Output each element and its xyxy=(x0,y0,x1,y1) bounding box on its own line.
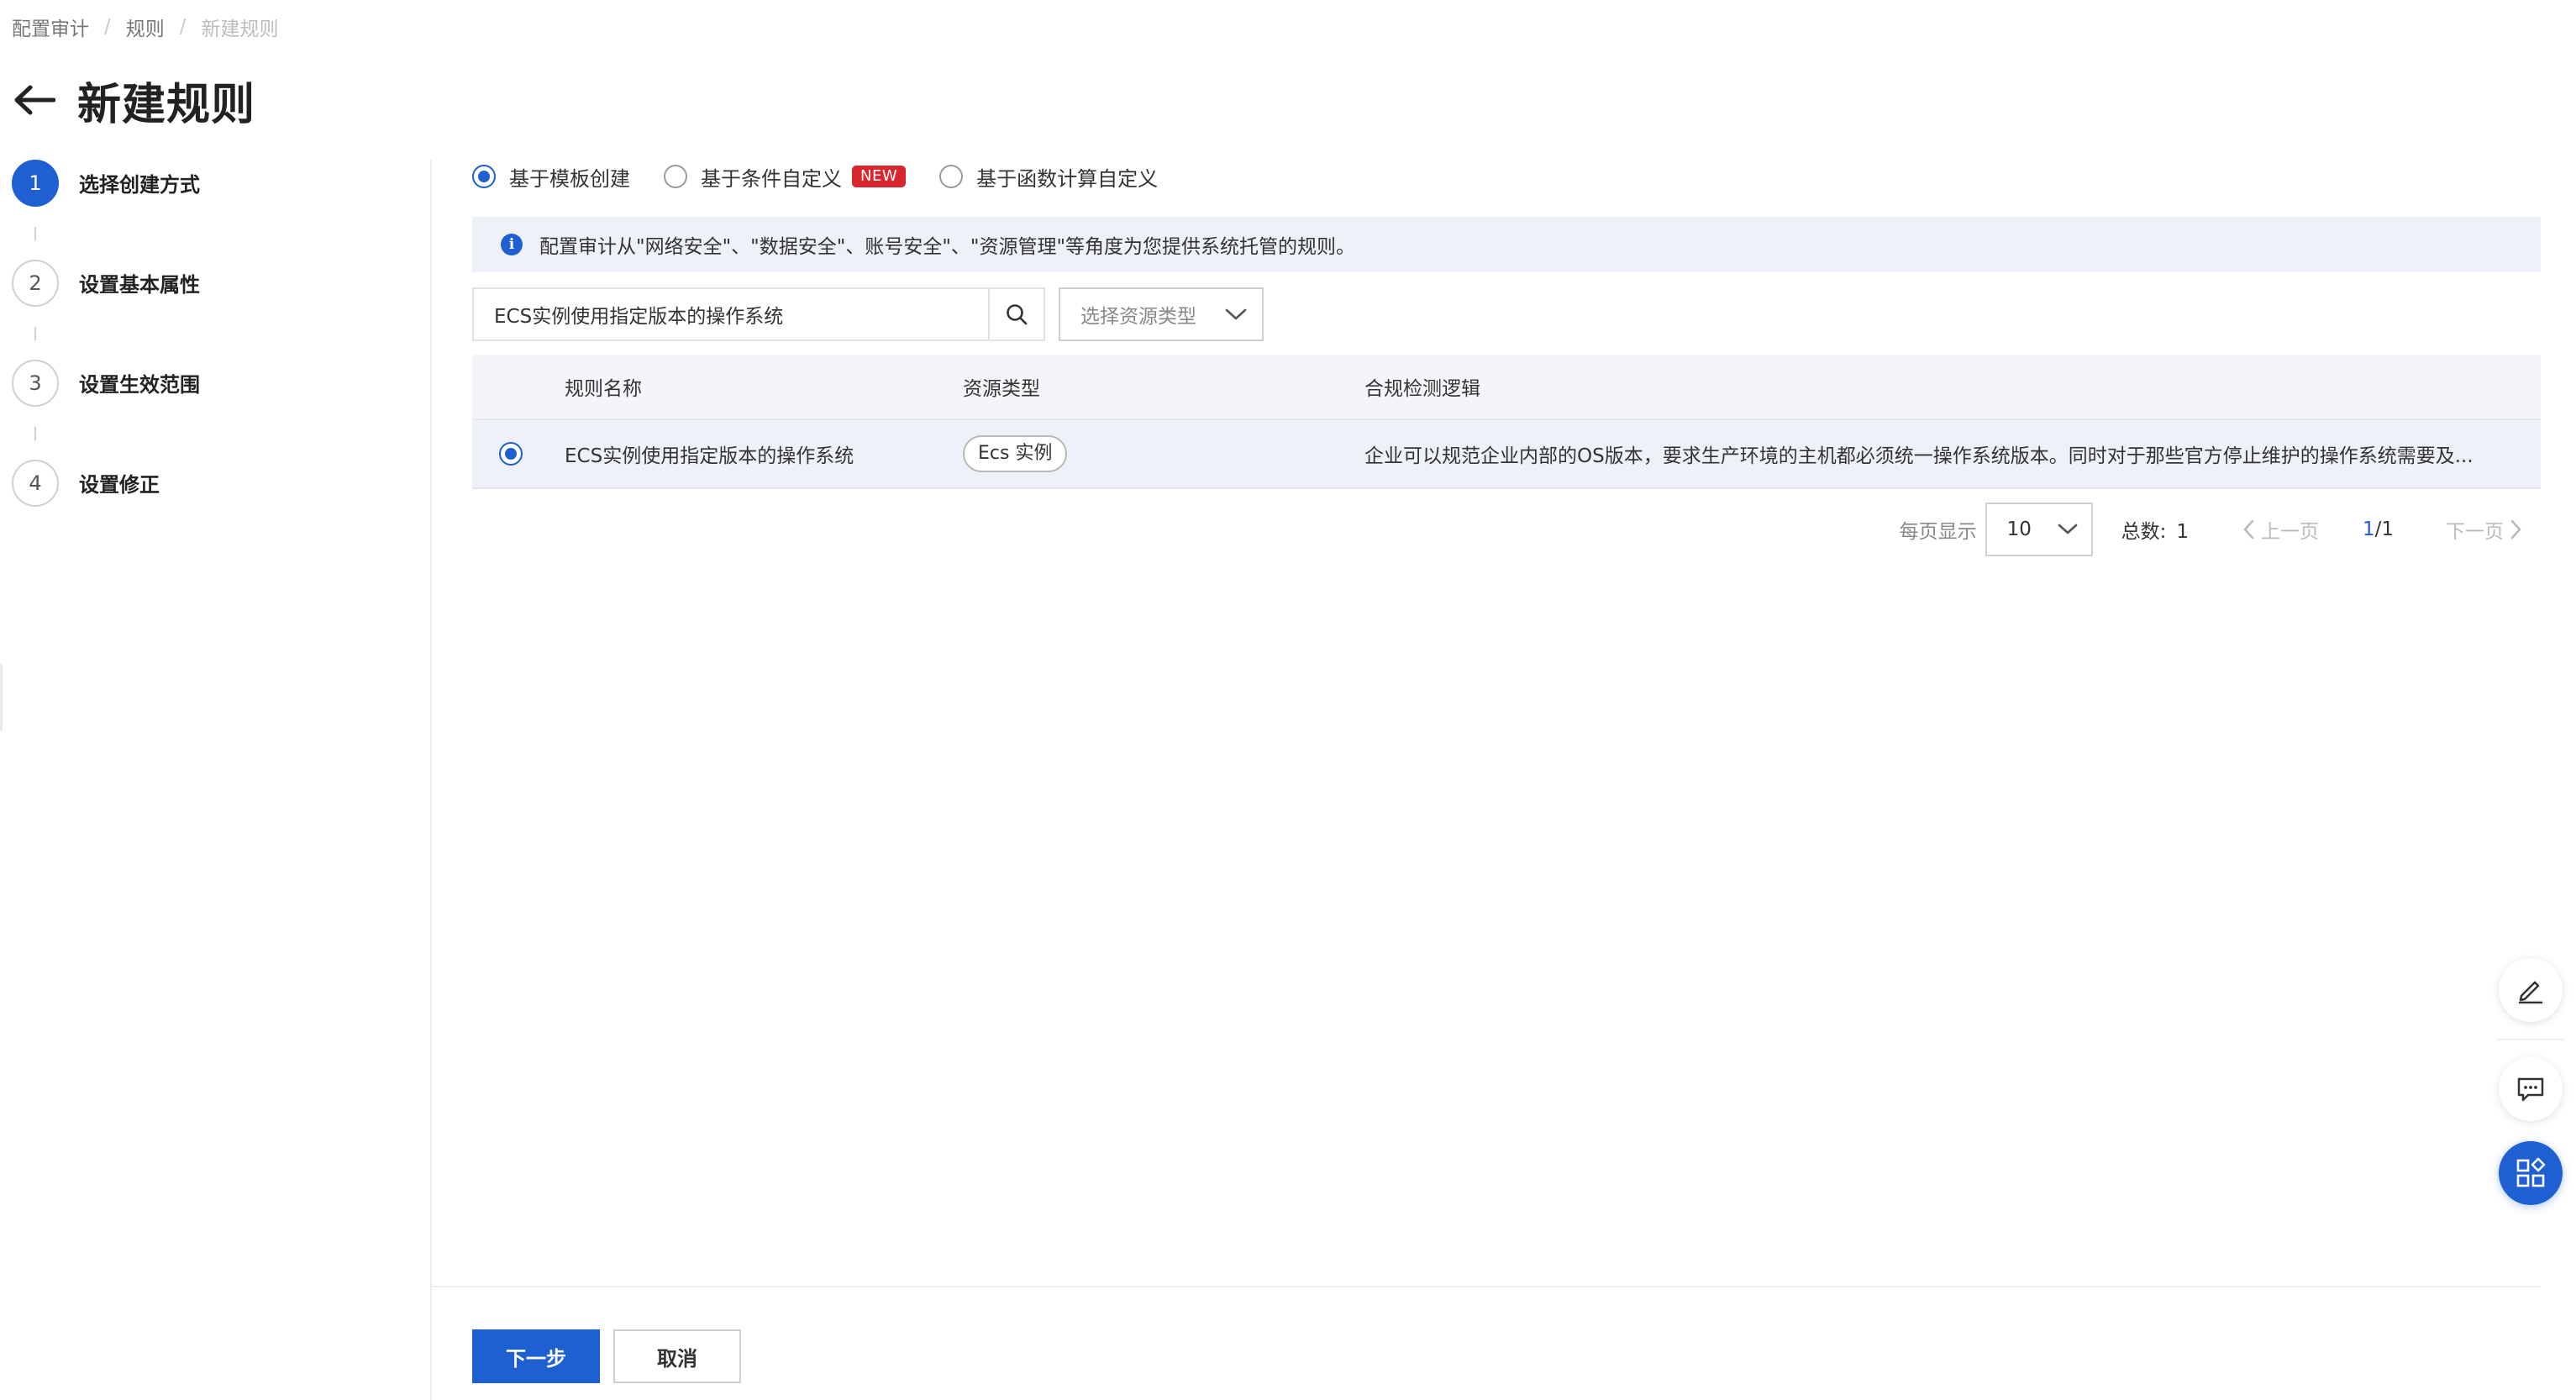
page-count: /1 xyxy=(2374,518,2394,540)
new-badge: NEW xyxy=(852,166,907,187)
radio-label: 基于函数计算自定义 xyxy=(976,166,1159,191)
table-header: 规则名称 资源类型 合规检测逻辑 xyxy=(472,355,2541,420)
step-label: 设置基本属性 xyxy=(79,273,200,297)
floating-divider xyxy=(2497,1039,2564,1040)
radio-template[interactable]: 基于模板创建 xyxy=(472,162,630,192)
page-title: 新建规则 xyxy=(77,79,256,130)
step-number: 1 xyxy=(12,160,59,207)
prev-page-button[interactable]: 上一页 xyxy=(2236,515,2319,544)
total-value: 1 xyxy=(2176,521,2189,543)
chevron-down-icon xyxy=(2058,524,2077,534)
step-connector xyxy=(34,427,36,440)
header-logic: 合规检测逻辑 xyxy=(1364,378,1480,400)
pagination: 每页显示 10 总数: 1 上一页 1/1 下一页 xyxy=(1900,503,2529,556)
footer-divider xyxy=(432,1286,2541,1287)
page-header: 新建规则 xyxy=(12,69,255,131)
current-page: 1 xyxy=(2362,518,2375,540)
radio-button[interactable] xyxy=(472,165,496,188)
header-resource-type: 资源类型 xyxy=(963,378,1040,400)
info-text: 配置审计从"网络安全"、"数据安全"、账号安全"、"资源管理"等角度为您提供系统… xyxy=(539,236,1356,258)
breadcrumb-rules[interactable]: 规则 xyxy=(126,13,165,41)
next-page-label: 下一页 xyxy=(2446,521,2504,543)
step-number: 4 xyxy=(12,460,59,507)
breadcrumb-config-audit[interactable]: 配置审计 xyxy=(12,13,89,41)
total-count: 总数: 1 xyxy=(2121,515,2189,544)
search-box xyxy=(472,287,1045,341)
cancel-button[interactable]: 取消 xyxy=(613,1329,741,1383)
content-divider xyxy=(430,160,432,1400)
radio-button[interactable] xyxy=(939,165,964,188)
header-rule-name: 规则名称 xyxy=(565,378,642,400)
radio-label: 基于条件自定义 xyxy=(701,166,842,191)
prev-page-label: 上一页 xyxy=(2260,521,2319,543)
row-rule-name: ECS实例使用指定版本的操作系统 xyxy=(565,445,854,467)
step-connector xyxy=(34,227,36,240)
rule-table: 规则名称 资源类型 合规检测逻辑 ECS实例使用指定版本的操作系统 Ecs 实例… xyxy=(472,355,2541,489)
chevron-right-icon xyxy=(2510,519,2521,539)
step-item: 2 设置基本属性 xyxy=(12,260,415,360)
edit-icon[interactable] xyxy=(2499,958,2563,1022)
sidebar-edge xyxy=(0,664,3,731)
breadcrumb-separator: / xyxy=(104,16,111,38)
step-number: 2 xyxy=(12,260,59,307)
row-logic: 企业可以规范企业内部的OS版本，要求生产环境的主机都必须统一操作系统版本。同时对… xyxy=(1364,445,2473,467)
chevron-left-icon xyxy=(2243,519,2254,539)
step-item: 1 选择创建方式 xyxy=(12,160,415,260)
step-number: 3 xyxy=(12,360,59,407)
step-item: 4 设置修正 xyxy=(12,460,415,560)
info-icon: i xyxy=(501,234,523,255)
resource-type-select[interactable]: 选择资源类型 xyxy=(1059,287,1264,341)
next-step-button[interactable]: 下一步 xyxy=(472,1329,600,1383)
row-resource-type: Ecs 实例 xyxy=(963,435,1364,472)
row-radio-button[interactable] xyxy=(499,442,523,466)
radio-function[interactable]: 基于函数计算自定义 xyxy=(939,162,1158,192)
search-input[interactable] xyxy=(474,289,988,339)
step-label: 选择创建方式 xyxy=(79,173,200,197)
step-item: 3 设置生效范围 xyxy=(12,360,415,460)
resource-type-placeholder: 选择资源类型 xyxy=(1080,306,1196,328)
radio-button[interactable] xyxy=(664,165,687,188)
breadcrumb: 配置审计 / 规则 / 新建规则 xyxy=(12,12,279,42)
breadcrumb-current: 新建规则 xyxy=(201,18,279,40)
breadcrumb-separator: / xyxy=(179,16,187,38)
back-arrow-icon[interactable] xyxy=(12,77,57,123)
apps-icon[interactable] xyxy=(2499,1141,2563,1205)
creation-mode-radio-group: 基于模板创建 基于条件自定义 NEW 基于函数计算自定义 xyxy=(472,160,1191,193)
row-select[interactable] xyxy=(472,442,565,466)
page-size-label: 每页显示 xyxy=(1899,521,1977,543)
chat-icon[interactable] xyxy=(2499,1057,2563,1121)
step-label: 设置修正 xyxy=(79,473,160,497)
page-indicator: 1/1 xyxy=(2363,518,2394,540)
page-root: 配置审计 / 规则 / 新建规则 新建规则 1 选择创建方式 2 设置基本属性 … xyxy=(0,0,2576,1400)
radio-label: 基于模板创建 xyxy=(509,166,630,191)
info-banner: i 配置审计从"网络安全"、"数据安全"、账号安全"、"资源管理"等角度为您提供… xyxy=(472,217,2541,272)
step-list: 1 选择创建方式 2 设置基本属性 3 设置生效范围 4 设置修正 xyxy=(12,160,415,560)
step-label: 设置生效范围 xyxy=(79,373,200,397)
page-size-value: 10 xyxy=(2006,518,2032,540)
next-page-button[interactable]: 下一页 xyxy=(2446,515,2529,544)
page-size-select[interactable]: 10 xyxy=(1985,503,2093,556)
step-connector xyxy=(34,327,36,340)
resource-type-tag: Ecs 实例 xyxy=(963,435,1068,472)
chevron-down-icon xyxy=(1225,308,1247,320)
search-icon[interactable] xyxy=(988,289,1044,339)
total-label: 总数: xyxy=(2121,521,2167,543)
table-row[interactable]: ECS实例使用指定版本的操作系统 Ecs 实例 企业可以规范企业内部的OS版本，… xyxy=(472,420,2541,489)
radio-condition[interactable]: 基于条件自定义 NEW xyxy=(664,162,907,192)
